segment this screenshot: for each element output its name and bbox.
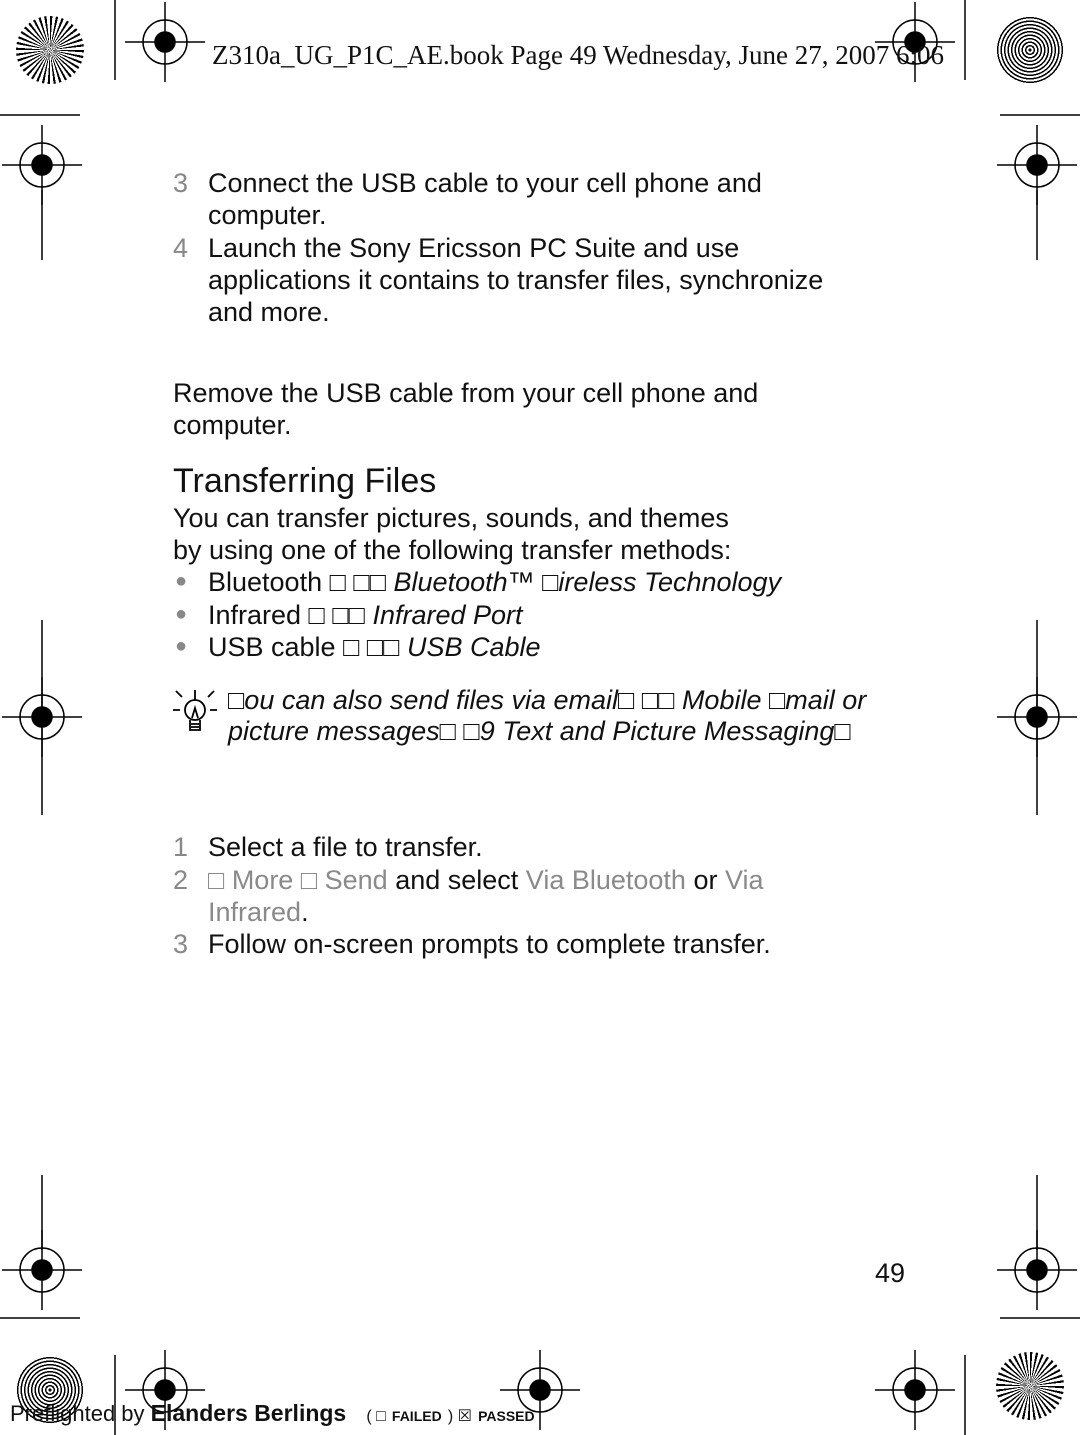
step-number: 4 xyxy=(173,233,189,263)
menu-more: More xyxy=(231,865,294,895)
cross-reference: USB Cable xyxy=(407,632,541,662)
step-text: □ More □ Send and select Via Bluetooth o… xyxy=(208,864,764,897)
step-number: 1 xyxy=(173,832,189,862)
bullet-label: USB cable □ □□ xyxy=(208,632,407,662)
text: or xyxy=(685,865,725,895)
step-text: Launch the Sony Ericsson PC Suite and us… xyxy=(208,233,740,263)
step-number: 3 xyxy=(173,168,189,198)
step-text: Connect the USB cable to your cell phone… xyxy=(208,168,762,198)
passed-label: PASSED xyxy=(478,1408,535,1424)
failed-checkbox: ( □ xyxy=(366,1408,386,1425)
bullet-item: USB cable □ □□ USB Cable xyxy=(208,631,541,664)
step-number: 3 xyxy=(173,929,189,959)
lightbulb-tip-icon xyxy=(173,690,217,731)
bullet-item: Bluetooth □ □□ Bluetooth™ □ireless Techn… xyxy=(208,566,781,599)
cross-reference: Infrared Port xyxy=(372,600,523,630)
passed-checkbox: ) ☒ xyxy=(447,1408,472,1425)
glyph: □ xyxy=(293,865,325,895)
step-text: Select a file to transfer. xyxy=(208,832,483,862)
bullet-label: Bluetooth □ □□ xyxy=(208,567,394,597)
page-number: 49 xyxy=(875,1258,906,1288)
cross-reference: Bluetooth™ □ireless Technology xyxy=(393,567,782,597)
bullet: ● xyxy=(175,635,188,657)
menu-via-infrared: Infrared xyxy=(208,897,302,927)
menu-via-bluetooth: Via Bluetooth xyxy=(525,865,686,895)
body-text: by using one of the following transfer m… xyxy=(173,535,732,565)
tip-text: □ou can also send files via email□ □□ Mo… xyxy=(228,685,867,715)
preflight-footer: Preflighted by Elanders Berlings ( □ FAI… xyxy=(10,1400,535,1427)
bullet-item: Infrared □ □□ Infrared Port xyxy=(208,599,523,632)
body-text: Remove the USB cable from your cell phon… xyxy=(173,378,759,408)
body-text: computer. xyxy=(173,410,292,440)
step-number: 2 xyxy=(173,865,189,895)
tip-text: picture messages□ □9 Text and Picture Me… xyxy=(228,716,851,746)
page-header: Z310a_UG_P1C_AE.book Page 49 Wednesday, … xyxy=(212,40,945,70)
glyph: □ xyxy=(208,865,232,895)
step-text: applications it contains to transfer fil… xyxy=(208,265,824,295)
step-text: computer. xyxy=(208,200,327,230)
body-text: You can transfer pictures, sounds, and t… xyxy=(173,503,729,533)
bullet: ● xyxy=(175,603,188,625)
preflight-label: Preflighted by xyxy=(10,1401,145,1426)
step-text: Infrared. xyxy=(208,896,309,929)
section-title: Transferring Files xyxy=(173,462,437,500)
document-page: Z310a_UG_P1C_AE.book Page 49 Wednesday, … xyxy=(0,0,1080,1435)
bullet-label: Infrared □ □□ xyxy=(208,600,373,630)
text: . xyxy=(301,897,309,927)
text: and select xyxy=(387,865,526,895)
menu-via-infrared: Via xyxy=(724,865,764,895)
step-text: Follow on-screen prompts to complete tra… xyxy=(208,929,771,959)
menu-send: Send xyxy=(324,865,388,895)
bullet: ● xyxy=(175,570,188,592)
brand-logo: Elanders Berlings xyxy=(150,1400,347,1426)
failed-label: FAILED xyxy=(391,1408,442,1424)
step-text: and more. xyxy=(208,297,330,327)
